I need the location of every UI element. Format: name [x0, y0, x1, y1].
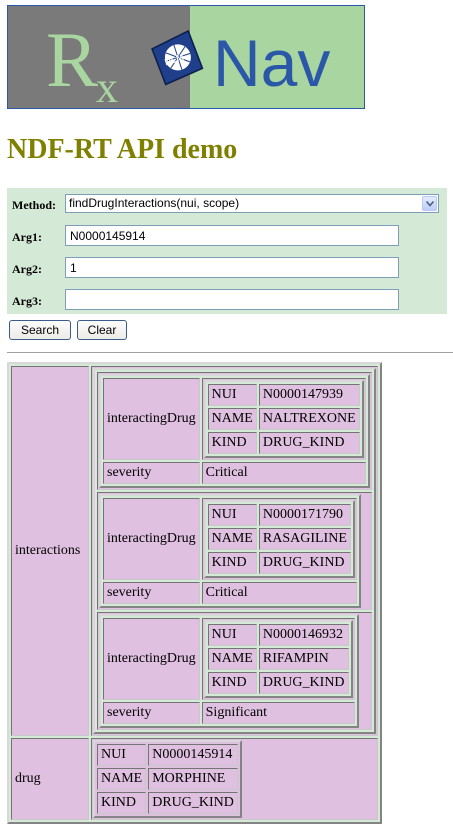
rxnav-logo: R x NLM Nav [7, 5, 365, 109]
severity-label: severity [103, 702, 200, 724]
interaction-table: interactingDrug NUI N0000171790 NAME RASAG… [99, 494, 361, 608]
name-value: RASAGILINE [258, 528, 351, 550]
kind-key: KIND [207, 552, 257, 574]
kind-value: DRUG_KIND [148, 792, 238, 814]
kind-key: KIND [207, 432, 257, 454]
name-key: NAME [207, 528, 257, 550]
interaction-item: interactingDrug NUI N0000147939 NAME NALTR… [97, 372, 372, 490]
drug-label: drug [11, 738, 89, 820]
interacting-drug-table: NUI N0000146932 NAME RIFAMPIN KIND DRUG_KIN… [203, 620, 353, 698]
method-label: Method: [12, 198, 56, 212]
logo-rx-letter: R [46, 16, 98, 103]
result-panel: interactions interactingDrug NUI N0000147… [7, 362, 382, 824]
kind-value: DRUG_KIND [258, 432, 360, 454]
arg2-input[interactable] [65, 257, 399, 278]
clear-button[interactable]: Clear [77, 320, 127, 340]
drug-table: NUI N0000145914 NAME MORPHINE KIND DRUG_KIN… [93, 740, 242, 818]
interactions-list: interactingDrug NUI N0000147939 NAME NALTR… [91, 366, 378, 736]
severity-value: Significant [201, 702, 355, 724]
interactions-table: interactingDrug NUI N0000147939 NAME NALTR… [93, 368, 376, 734]
nui-value: N0000147939 [258, 384, 360, 406]
logo-rx-subscript: x [96, 63, 118, 108]
severity-label: severity [103, 462, 200, 484]
interaction-item: interactingDrug NUI N0000171790 NAME RASAG… [97, 492, 372, 610]
interaction-item: interactingDrug NUI N0000146932 NAME RIFAM… [97, 612, 372, 730]
interactions-label: interactions [11, 366, 89, 736]
method-select-value: findDrugInteractions(nui, scope) [69, 196, 240, 210]
nui-value: N0000145914 [148, 744, 238, 766]
logo-nav-text: Nav [213, 26, 330, 100]
name-key: NAME [207, 408, 257, 430]
divider [7, 352, 453, 353]
kind-key: KIND [97, 792, 147, 814]
severity-value: Critical [201, 462, 366, 484]
method-select[interactable]: findDrugInteractions(nui, scope) [65, 194, 439, 213]
arg2-label: Arg2: [12, 262, 42, 276]
nui-value: N0000146932 [258, 624, 349, 646]
name-value: NALTREXONE [258, 408, 360, 430]
arg1-label: Arg1: [12, 230, 42, 244]
arg3-input[interactable] [65, 289, 399, 310]
severity-value: Critical [201, 582, 357, 604]
interacting-drug-label: interactingDrug [103, 378, 200, 460]
arg3-label: Arg3: [12, 294, 42, 308]
kind-value: DRUG_KIND [258, 672, 349, 694]
query-form: Method: findDrugInteractions(nui, scope)… [7, 188, 447, 314]
interaction-table: interactingDrug NUI N0000146932 NAME RIFAM… [99, 614, 359, 728]
interacting-drug-table: NUI N0000171790 NAME RASAGILINE KIND DRUG_K… [203, 500, 355, 578]
interacting-drug-label: interactingDrug [103, 618, 200, 700]
nui-key: NUI [207, 624, 257, 646]
name-key: NAME [97, 768, 147, 790]
interaction-table: interactingDrug NUI N0000147939 NAME NALTR… [99, 374, 370, 488]
name-value: MORPHINE [148, 768, 238, 790]
nui-value: N0000171790 [258, 504, 351, 526]
severity-label: severity [103, 582, 200, 604]
drug-detail: NUI N0000145914 NAME MORPHINE KIND DRUG_KIN… [91, 738, 378, 820]
name-key: NAME [207, 648, 257, 670]
chevron-down-icon[interactable] [422, 196, 437, 211]
arg1-input[interactable] [65, 225, 399, 246]
page-title: NDF-RT API demo [7, 134, 238, 165]
nui-key: NUI [207, 504, 257, 526]
search-button[interactable]: Search [9, 320, 71, 340]
interacting-drug-label: interactingDrug [103, 498, 200, 580]
nui-key: NUI [97, 744, 147, 766]
kind-key: KIND [207, 672, 257, 694]
result-table: interactions interactingDrug NUI N0000147… [7, 362, 382, 824]
interacting-drug-table: NUI N0000147939 NAME NALTREXONE KIND DRUG_K… [203, 380, 364, 458]
name-value: RIFAMPIN [258, 648, 349, 670]
nui-key: NUI [207, 384, 257, 406]
kind-value: DRUG_KIND [258, 552, 351, 574]
